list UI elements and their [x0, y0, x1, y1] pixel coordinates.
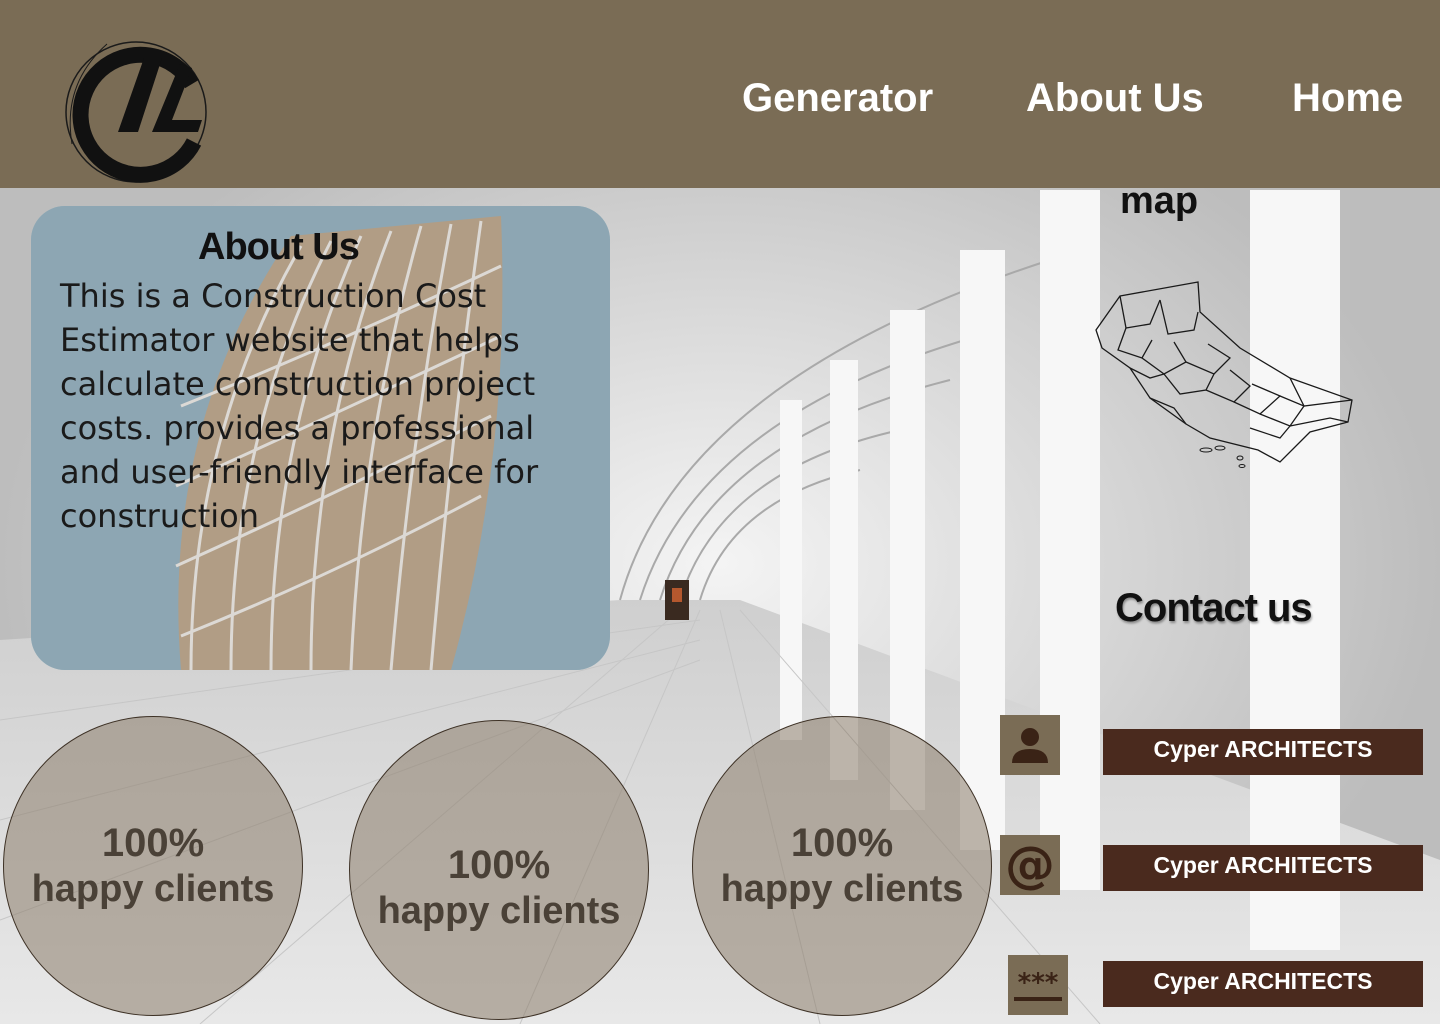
nav-generator[interactable]: Generator [742, 76, 933, 121]
stat-label: happy clients [720, 868, 964, 910]
person-icon [1000, 715, 1060, 775]
map-title: map [1120, 180, 1199, 222]
contact-email-field[interactable]: Cyper ARCHITECTS [1103, 845, 1423, 891]
nav-about-us[interactable]: About Us [1026, 76, 1204, 121]
stat-value: 100% [790, 821, 894, 865]
contact-password-field[interactable]: Cyper ARCHITECTS [1103, 961, 1423, 1007]
cypher-architects-logo[interactable] [52, 24, 238, 196]
at-sign-icon: @ [1000, 835, 1060, 895]
about-description: This is a Construction Cost Estimator we… [60, 277, 539, 535]
nav-home[interactable]: Home [1292, 76, 1403, 121]
password-icon: *** [1008, 955, 1068, 1015]
stat-circle-3: 100% happy clients [692, 716, 992, 1016]
stat-value: 100% [101, 821, 205, 865]
stat-circle-2: 100% happy clients [349, 720, 649, 1020]
stat-label: happy clients [31, 868, 275, 910]
stat-circle-1: 100% happy clients [3, 716, 303, 1016]
contact-name-field[interactable]: Cyper ARCHITECTS [1103, 729, 1423, 775]
stat-label: happy clients [377, 890, 621, 932]
about-title: About Us [198, 226, 360, 268]
stat-value: 100% [447, 843, 551, 887]
top-header: Generator About Us Home [0, 0, 1440, 188]
contact-title: Contact us [1115, 586, 1313, 630]
svg-text:***: *** [1018, 968, 1059, 998]
california-map[interactable] [1090, 278, 1360, 474]
